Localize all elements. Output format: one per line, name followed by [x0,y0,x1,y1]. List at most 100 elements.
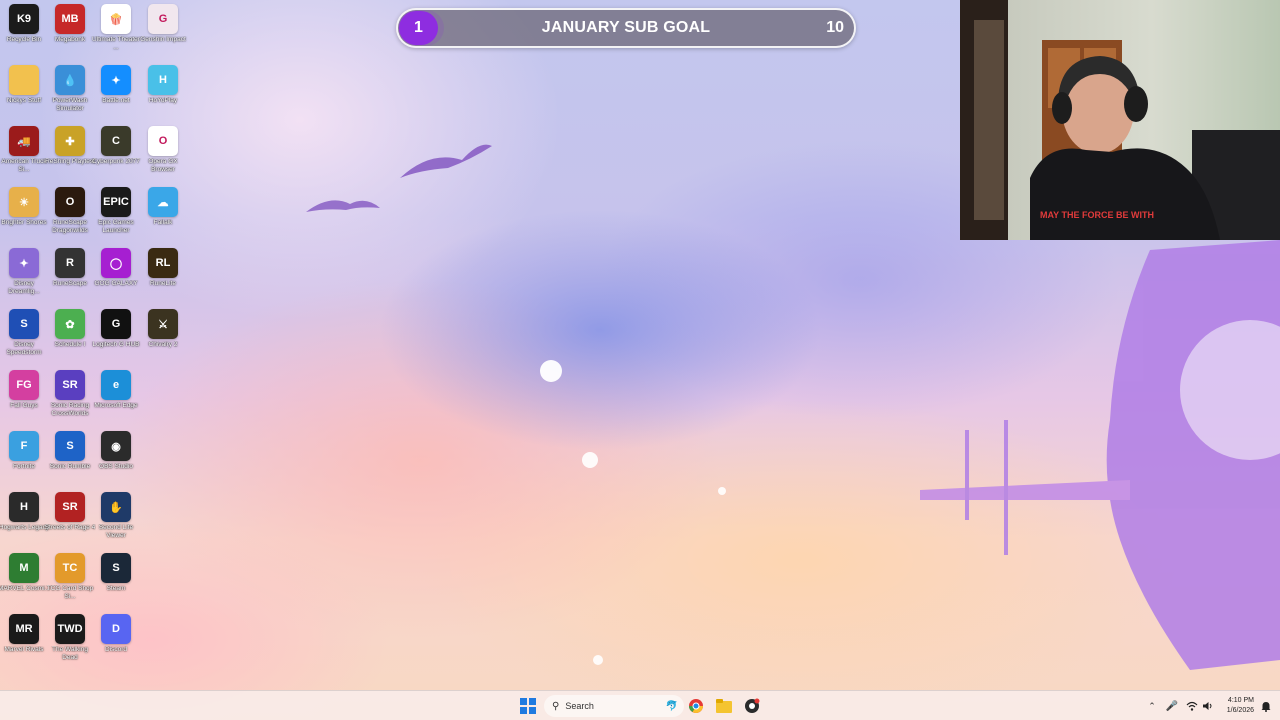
app-icon [9,65,39,95]
desktop-icon-label: American Truck Si... [1,158,47,173]
desktop-icon[interactable]: H HoYoPlay [139,65,187,125]
clock-date: 1/6/2026 [1226,707,1254,714]
desktop-icon-label: Hogwarts Legacy [0,524,50,531]
app-icon: ✋ [101,492,131,522]
volume-icon[interactable] [1198,696,1218,716]
desktop-icon[interactable]: ✿ Schedule I [46,309,94,369]
desktop-icon[interactable]: ☁ Fallalk [139,187,187,247]
desktop-icon-label: Marvel Rivals [4,646,44,653]
desktop-icon[interactable]: G Logitech G HUB [92,309,140,369]
search-input[interactable]: Search [565,701,594,711]
app-icon: ✦ [101,65,131,95]
desktop-icon[interactable]: ◯ GOG GALAXY [92,248,140,308]
app-icon: S [9,309,39,339]
app-icon: C [101,126,131,156]
desktop-icon-label: Steam [106,585,126,592]
app-icon: ⚔ [148,309,178,339]
app-icon: TC [55,553,85,583]
desktop-icon[interactable]: O Opera GX Browser [139,126,187,186]
desktop-icon[interactable]: 🚚 American Truck Si... [0,126,48,186]
desktop-icon[interactable]: M MARVEL Cosmi... [0,553,50,613]
desktop-icon[interactable]: SR Sonic Racing CrossWorlds [46,370,94,430]
desktop-icon-label: Megabonk [54,36,86,43]
desktop-icon-label: Nickys Stuff [6,97,42,104]
desktop-icon[interactable]: SR Streets of Rage 4 [45,492,95,552]
desktop-icon-label: Sonic Rumble [49,463,91,470]
app-icon: FG [9,370,39,400]
sparkle [718,487,726,495]
app-icon: G [101,309,131,339]
desktop-icon[interactable]: FG Fall Guys [0,370,48,430]
desktop-icon[interactable]: R RuneScape [46,248,94,308]
desktop-icon-label: Recycle Bin [6,36,42,43]
app-icon: H [9,492,39,522]
app-icon: ☁ [148,187,178,217]
desktop-icon[interactable]: 🍿 Ultimate Theater ... [92,4,140,64]
start-icon[interactable] [518,696,538,716]
desktop-icon[interactable]: MB Megabonk [46,4,94,64]
sub-goal-target: 10 [826,19,844,36]
chrome-icon[interactable] [686,696,706,716]
desktop-icon-label: Sonic Racing CrossWorlds [50,402,90,417]
app-icon: MB [55,4,85,34]
chevron-up-icon[interactable]: ⌃ [1142,696,1162,716]
app-icon: e [101,370,131,400]
app-icon: K9 [9,4,39,34]
desktop-icon[interactable]: 💧 PowerWash Simulator [46,65,94,125]
shirt-text: MAY THE FORCE BE WITH [1040,210,1154,220]
desktop-icon[interactable]: O RuneScape Dragonwilds [46,187,94,247]
desktop-icon[interactable]: TWD The Walking Dead [46,614,94,674]
desktop-icon[interactable]: ✦ Battle.net [92,65,140,125]
desktop-icon[interactable]: K9 Recycle Bin [0,4,48,64]
desktop-icon[interactable]: G Genshin Impact [139,4,187,64]
app-icon: MR [9,614,39,644]
desktop-icon[interactable]: EPIC Epic Games Launcher [92,187,140,247]
desktop-icon-label: Schedule I [54,341,86,348]
app-icon: 💧 [55,65,85,95]
desktop-icon-label: Cyberpunk 2077 [92,158,140,165]
obs-icon[interactable] [742,696,762,716]
desktop-icon-label: RuneScape [53,280,87,287]
desktop-icon[interactable]: C Cyberpunk 2077 [92,126,140,186]
desktop-icon-label: The Walking Dead [52,646,88,661]
desktop-icon-label: RuneScape Dragonwilds [52,219,88,234]
sparkle [540,360,562,382]
taskbar-search[interactable]: ⚲ Search 🐬 [544,695,684,717]
desktop-icon-label: TCG Card Shop Si... [46,585,94,600]
desktop-icon[interactable]: ✦ Disney Dreamlig... [0,248,48,308]
desktop-icon-label: Fall Guys [10,402,38,409]
desktop-icon[interactable]: ✚ ReShing Playtest [45,126,95,186]
system-clock[interactable]: 4:10 PM 1/6/2026 [1218,696,1254,716]
app-icon: S [101,553,131,583]
desktop-icon-label: HoYoPlay [148,97,178,104]
app-icon: RL [148,248,178,278]
microphone-icon[interactable]: 🎤 [1162,696,1182,716]
desktop-icon[interactable]: S Sonic Rumble [46,431,94,491]
desktop-icon[interactable]: H Hogwarts Legacy [0,492,50,552]
app-icon: F [9,431,39,461]
desktop-icon[interactable]: ☀ Brighter Shores [0,187,48,247]
file-explorer-icon[interactable] [714,696,734,716]
desktop-icon-label: MARVEL Cosmi... [0,585,50,592]
desktop-icon[interactable]: D Discord [92,614,140,674]
desktop-icon[interactable]: MR Marvel Rivals [0,614,48,674]
app-icon: ◯ [101,248,131,278]
desktop-icon[interactable]: ◉ OBS Studio [92,431,140,491]
app-icon: G [148,4,178,34]
notification-icon[interactable] [1256,696,1276,716]
app-icon: EPIC [101,187,131,217]
sub-goal-title: JANUARY SUB GOAL [541,19,711,36]
desktop-icon[interactable]: ✋ Second Life Viewer [92,492,140,552]
app-icon: R [55,248,85,278]
app-icon: TWD [55,614,85,644]
desktop-icon[interactable]: F Fortnite [0,431,48,491]
desktop-icon[interactable]: S Disney Speedstorm [0,309,48,369]
desktop-icon[interactable]: e Microsoft Edge [92,370,140,430]
desktop-icon[interactable]: Nickys Stuff [0,65,48,125]
desktop-icon[interactable]: ⚔ Chivalry 2 [139,309,187,369]
desktop-icon[interactable]: S Steam [92,553,140,613]
desktop-icon[interactable]: RL RuneLite [139,248,187,308]
widgets-icon[interactable]: 🐬 [666,701,678,712]
desktop-icon[interactable]: TC TCG Card Shop Si... [46,553,94,613]
desktop-icon-label: OBS Studio [99,463,133,470]
